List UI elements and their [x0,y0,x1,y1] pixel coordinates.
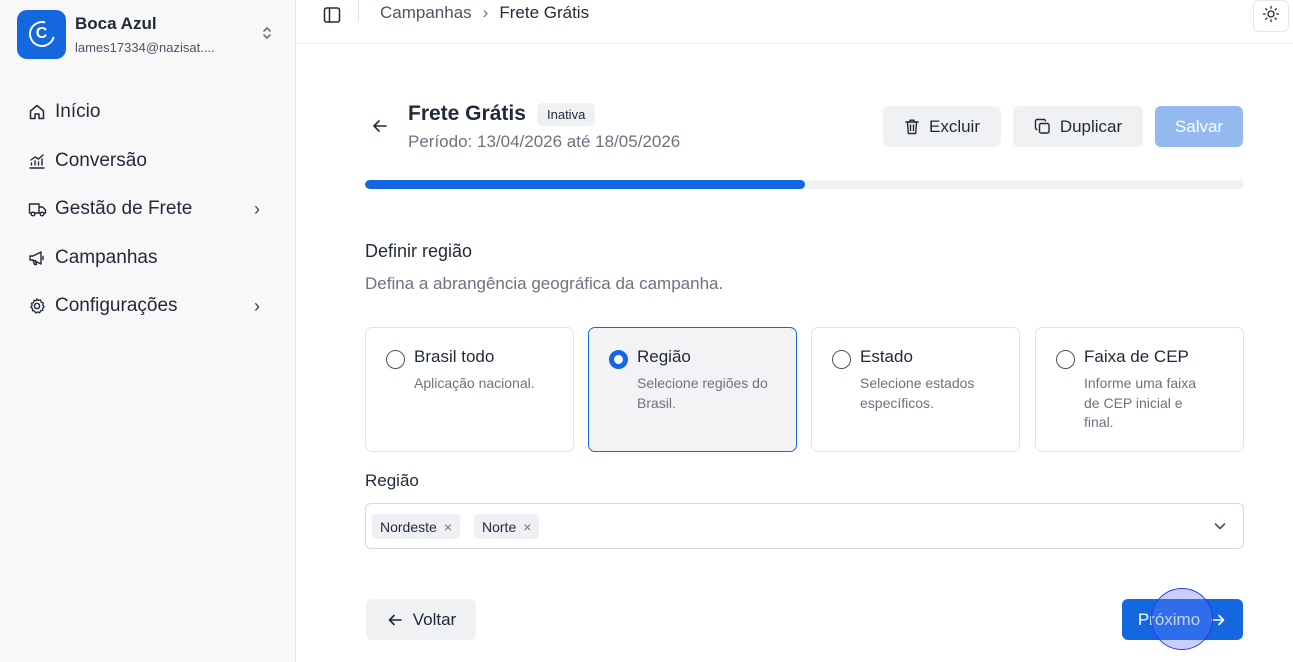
trash-icon [904,118,920,135]
remove-chip-icon[interactable]: × [523,519,531,535]
region-field-label: Região [365,471,419,490]
sidebar-item-label: Gestão de Frete [55,198,193,220]
sidebar-item-label: Configurações [55,295,178,317]
chip-label: Norte [482,518,517,535]
option-description: Selecione estados específicos. [860,375,975,411]
option-title: Estado [860,347,913,366]
option-card-brasil-todo[interactable]: Brasil todo Aplicação nacional. [365,327,574,452]
next-button-label: Próximo [1137,609,1201,629]
section-title: Definir região [365,241,473,261]
back-button[interactable]: Voltar [366,599,476,640]
sidebar-item-inicio[interactable]: Início [27,88,267,137]
sidebar-item-gestao-de-frete[interactable]: Gestão de Frete › [27,185,267,234]
breadcrumb-separator: › [482,3,489,22]
sidebar-item-campanhas[interactable]: Campanhas [27,234,267,283]
step-progress-bar [365,180,1244,189]
option-title: Faixa de CEP [1084,347,1189,366]
radio-button[interactable] [1056,350,1075,369]
copy-icon [1034,118,1051,135]
gear-icon [27,296,47,316]
duplicate-button-label: Duplicar [1059,116,1123,136]
step-progress-fill [365,180,805,189]
sidebar-item-configuracoes[interactable]: Configurações › [27,282,267,331]
arrow-left-icon [386,611,404,629]
brand-logo-letter: C [35,25,48,42]
option-card-faixa-de-cep[interactable]: Faixa de CEP Informe uma faixa de CEP in… [1035,327,1244,452]
brand-logo: C [17,9,66,59]
sun-icon [1262,5,1280,28]
breadcrumb-campanhas[interactable]: Campanhas [380,3,472,23]
option-description: Informe uma faixa de CEP inicial e final… [1084,375,1197,430]
region-chip: Norte × [474,514,540,539]
sidebar-item-label: Início [55,101,101,123]
option-title: Região [637,347,691,366]
truck-icon [27,199,47,219]
sidebar-toggle-icon[interactable] [322,5,342,25]
option-description: Selecione regiões do Brasil. [637,375,768,411]
sidebar-item-label: Campanhas [55,246,158,268]
chevron-right-icon: › [254,198,260,219]
chevron-right-icon: › [254,295,260,316]
chevron-down-icon[interactable] [1211,517,1229,535]
next-button[interactable]: Próximo [1122,599,1243,640]
topbar-divider [358,0,359,22]
back-button-label: Voltar [412,609,457,629]
breadcrumb: Campanhas › Frete Grátis [380,3,589,23]
sidebar-item-label: Conversão [55,149,147,171]
campaign-period: Período: 13/04/2026 até 18/05/2026 [408,132,681,151]
chip-label: Nordeste [380,518,437,535]
account-email: lames17334@nazisat.... [75,39,215,55]
radio-button[interactable] [386,350,405,369]
option-description: Aplicação nacional. [414,375,535,391]
breadcrumb-current: Frete Grátis [499,3,590,22]
theme-toggle-button[interactable] [1253,0,1289,32]
sidebar: C Boca Azul lames17334@nazisat.... Iníci… [0,0,296,662]
remove-chip-icon[interactable]: × [444,519,452,535]
section-description: Defina a abrangência geográfica da campa… [365,274,724,293]
megaphone-icon [27,248,47,268]
option-title: Brasil todo [414,347,495,366]
option-card-regiao[interactable]: Região Selecione regiões do Brasil. [588,327,797,452]
status-badge: Inativa [537,103,596,126]
account-switcher[interactable]: C Boca Azul lames17334@nazisat.... [17,7,277,61]
account-name: Boca Azul [75,13,157,33]
page-title: Frete Grátis [408,102,526,125]
region-chip: Nordeste × [372,514,460,539]
delete-button-label: Excluir [928,116,980,136]
save-button[interactable]: Salvar [1155,106,1243,147]
radio-button[interactable] [832,350,851,369]
back-arrow-icon[interactable] [370,116,390,136]
duplicate-button[interactable]: Duplicar [1013,106,1143,147]
chart-line-icon [27,151,47,171]
sidebar-nav: Início Conversão Gestão de Frete › Campa… [27,88,267,331]
region-multiselect[interactable]: Nordeste × Norte × [365,503,1244,549]
delete-button[interactable]: Excluir [883,106,1001,147]
chevron-up-down-icon[interactable] [257,25,277,43]
home-icon [27,102,47,122]
radio-button[interactable] [609,350,628,369]
option-card-estado[interactable]: Estado Selecione estados específicos. [811,327,1020,452]
sidebar-item-conversao[interactable]: Conversão [27,137,267,186]
arrow-right-icon [1209,611,1227,629]
top-bar: Campanhas › Frete Grátis [296,0,1293,44]
